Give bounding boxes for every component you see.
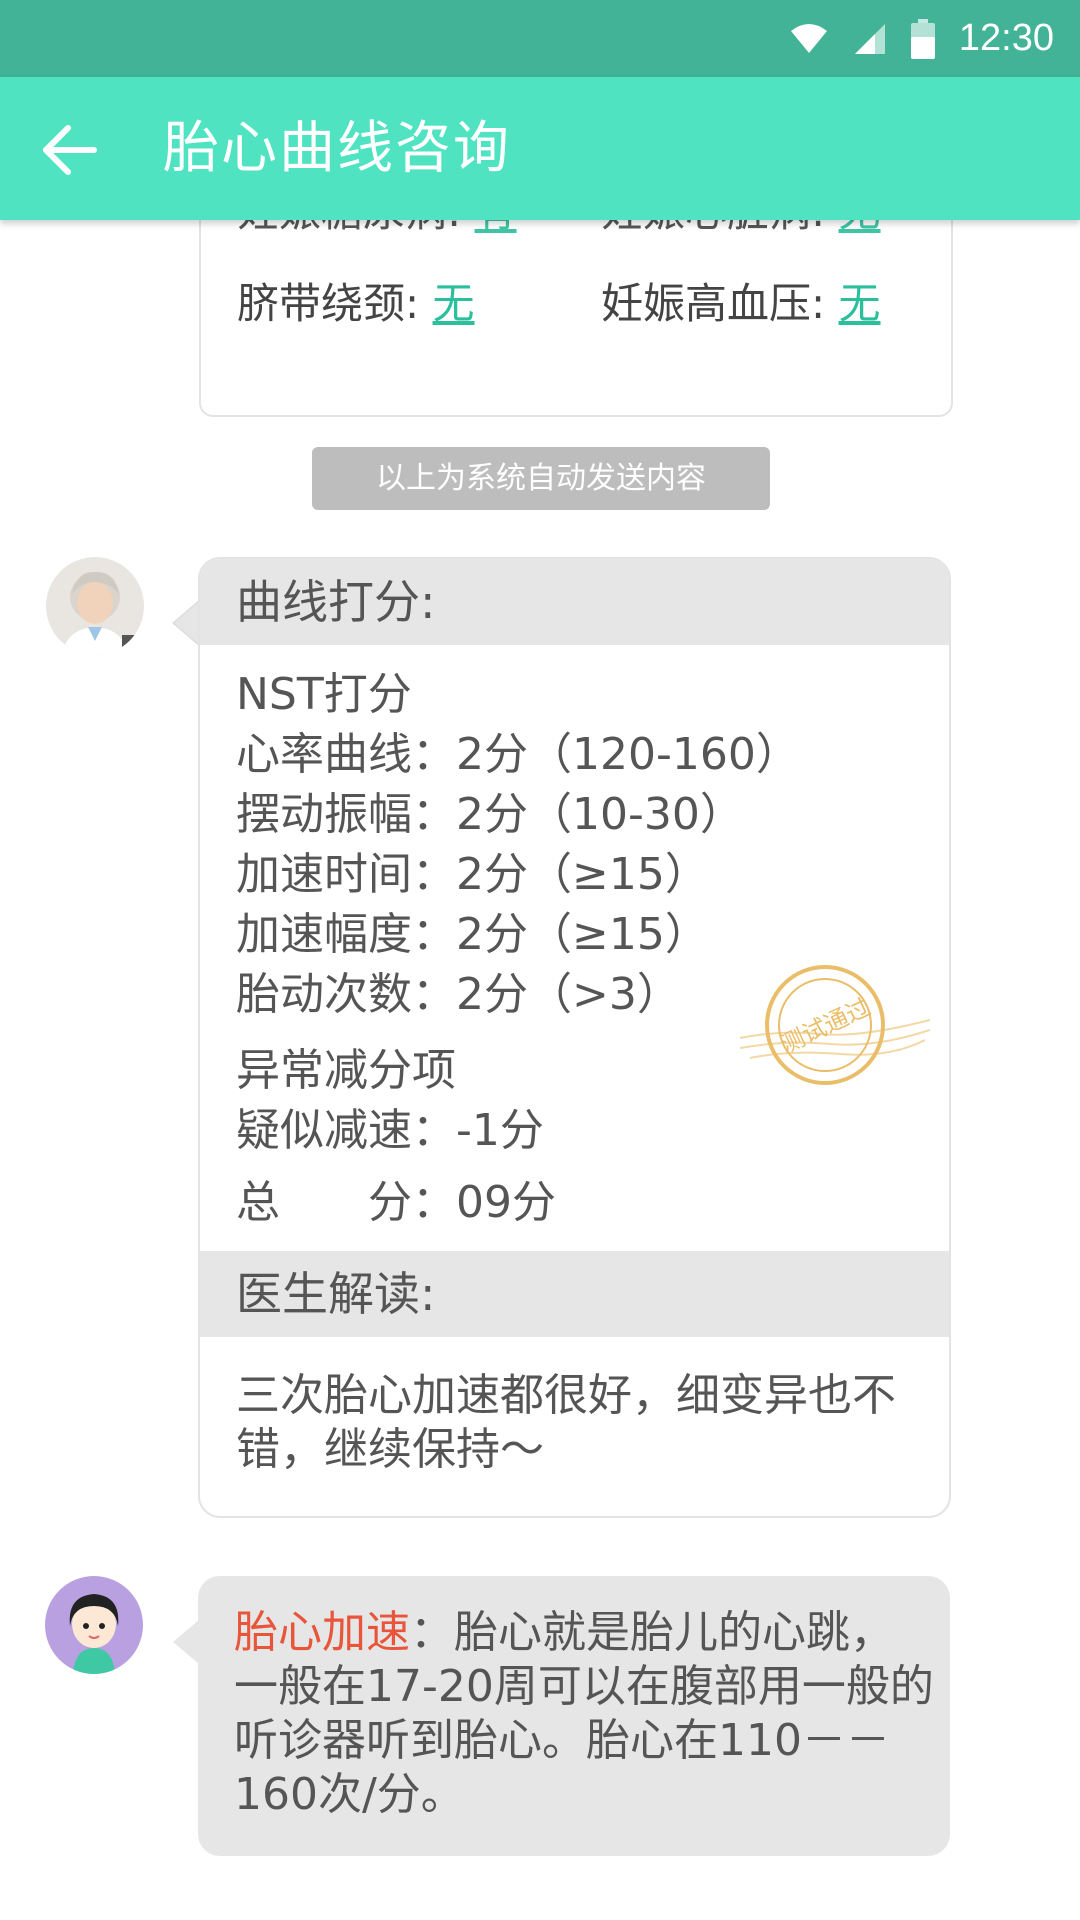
hypertension-label: 妊娠高血压: xyxy=(601,279,826,328)
hypertension-row: 妊娠高血压: 无 xyxy=(601,270,881,331)
nst-score-list: NST打分 心率曲线：2分（120-160） 摆动振幅：2分（10-30） 加速… xyxy=(236,665,800,1025)
score-item: 摆动振幅：2分（10-30） xyxy=(236,789,744,840)
interpretation-header: 医生解读: xyxy=(200,1251,949,1337)
battery-icon xyxy=(910,18,935,59)
total-value: 09分 xyxy=(456,1177,556,1228)
hypertension-value[interactable]: 无 xyxy=(839,279,881,328)
score-item: 胎动次数：2分（>3） xyxy=(236,969,681,1020)
total-label: 总 分： xyxy=(236,1177,456,1228)
score-header-label: 曲线打分: xyxy=(236,575,436,629)
score-item: 加速幅度：2分（≥15） xyxy=(236,909,709,960)
interpretation-text: 三次胎心加速都很好，细变异也不错，继续保持～ xyxy=(236,1370,896,1475)
doctor-bubble-tail-fill xyxy=(174,601,200,645)
app-bar: 胎心曲线咨询 xyxy=(0,77,1080,220)
page-title: 胎心曲线咨询 xyxy=(163,116,511,181)
status-time: 12:30 xyxy=(958,17,1054,59)
score-item: 加速时间：2分（≥15） xyxy=(236,849,709,900)
total-score-row: 总 分：09分 xyxy=(236,1173,556,1233)
user-portrait-icon xyxy=(45,1576,143,1674)
tip-text: 胎心加速：胎心就是胎儿的心跳，一般在17-20周可以在腹部用一般的听诊器听到胎心… xyxy=(234,1606,934,1822)
interpretation-header-label: 医生解读: xyxy=(236,1267,436,1321)
abnormal-title: 异常减分项 xyxy=(236,1045,456,1096)
wifi-icon xyxy=(790,23,827,53)
score-header: 曲线打分: xyxy=(200,559,949,645)
approval-stamp-icon: 测试通过 xyxy=(740,965,930,1085)
tip-highlight[interactable]: 胎心加速 xyxy=(234,1607,410,1658)
system-notice: 以上为系统自动发送内容 xyxy=(312,447,770,510)
user-avatar[interactable] xyxy=(45,1576,143,1674)
abnormal-item: 疑似减速：-1分 xyxy=(236,1105,544,1156)
status-icons: 12:30 xyxy=(789,0,1054,77)
cord-label: 脐带绕颈: xyxy=(237,279,420,328)
cord-value[interactable]: 无 xyxy=(433,279,475,328)
signal-icon xyxy=(854,23,885,54)
score-item: 心率曲线：2分（120-160） xyxy=(236,729,800,780)
tip-bubble-tail xyxy=(173,1620,199,1664)
tip-message-bubble[interactable]: 胎心加速：胎心就是胎儿的心跳，一般在17-20周可以在腹部用一般的听诊器听到胎心… xyxy=(198,1576,950,1856)
status-bar: 12:30 xyxy=(0,0,1080,77)
doctor-avatar[interactable] xyxy=(46,557,144,655)
nst-title: NST打分 xyxy=(236,669,412,720)
stamp-text: 测试通过 xyxy=(776,993,875,1059)
cord-row: 脐带绕颈: 无 xyxy=(237,270,475,331)
abnormal-section: 异常减分项 疑似减速：-1分 xyxy=(236,1041,544,1161)
doctor-portrait-icon xyxy=(46,557,144,655)
back-arrow-icon[interactable] xyxy=(38,119,100,181)
